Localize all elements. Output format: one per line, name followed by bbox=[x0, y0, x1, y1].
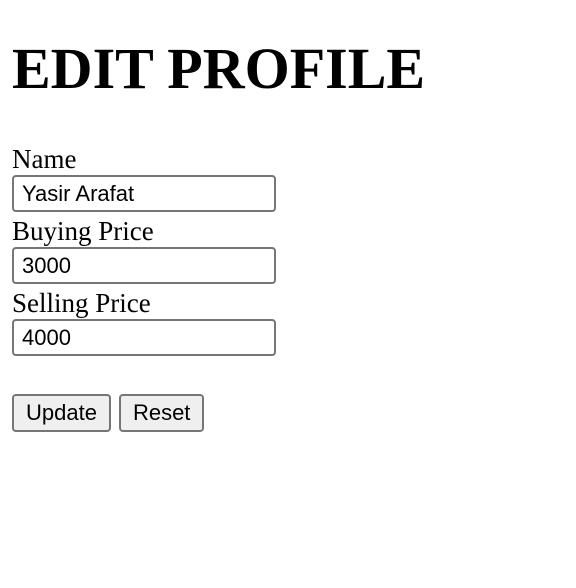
selling-price-label: Selling Price bbox=[12, 288, 151, 318]
name-label: Name bbox=[12, 144, 77, 174]
reset-button[interactable]: Reset bbox=[118, 394, 205, 432]
name-input[interactable] bbox=[12, 175, 276, 212]
update-button[interactable]: Update bbox=[12, 394, 111, 432]
form-buttons: Update Reset bbox=[12, 394, 205, 432]
page-title: EDIT PROFILE bbox=[12, 36, 426, 101]
edit-profile-form: Name Buying Price Selling Price bbox=[12, 143, 276, 359]
selling-price-input[interactable] bbox=[12, 319, 276, 356]
buying-price-input[interactable] bbox=[12, 247, 276, 284]
buying-price-label: Buying Price bbox=[12, 216, 154, 246]
